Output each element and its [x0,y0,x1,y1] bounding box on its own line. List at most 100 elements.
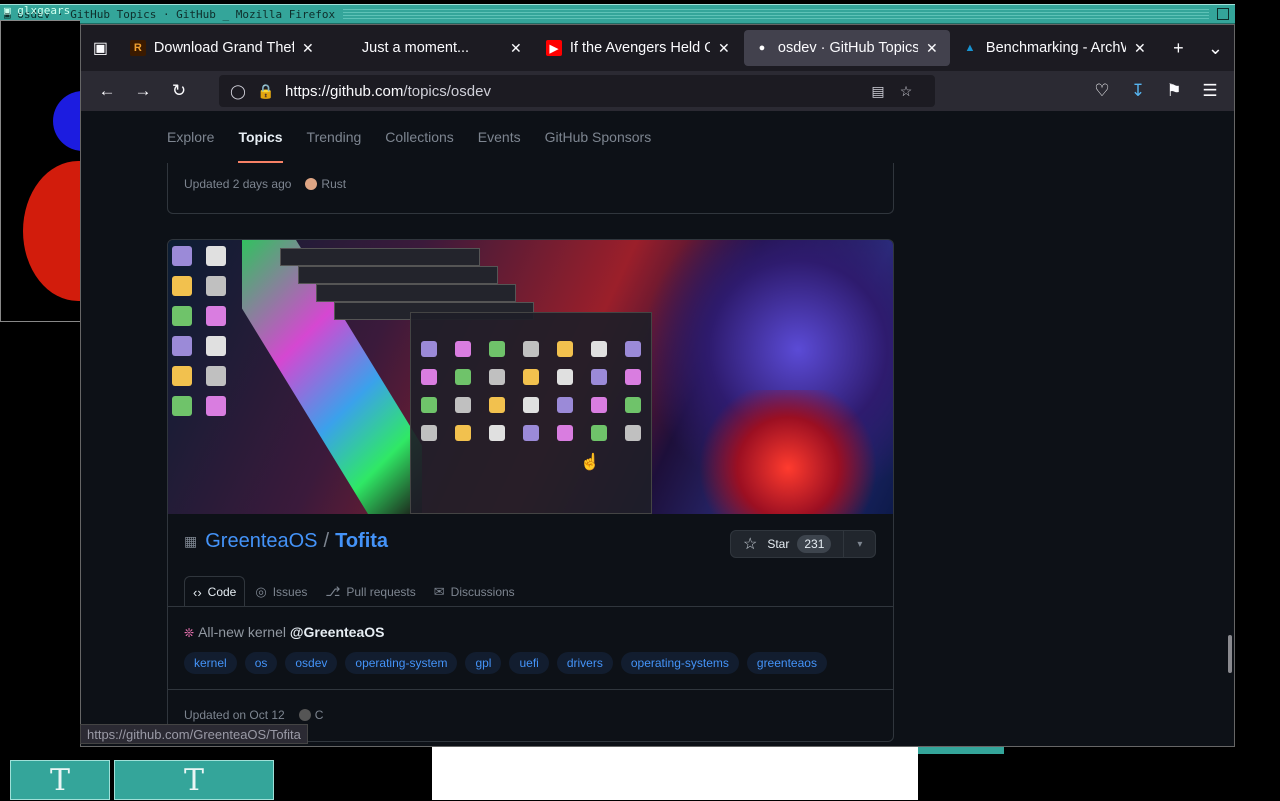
taskbar-tile-1[interactable]: T [10,760,110,800]
launcher-app-icon [557,425,573,441]
repo-icon: ▦ [184,533,198,549]
url-text[interactable]: https://github.com/topics/osdev [285,83,869,100]
subnav-explore[interactable]: Explore [167,111,214,163]
list-all-tabs-icon[interactable]: ⌄ [1197,25,1234,71]
subnav-events[interactable]: Events [478,111,521,163]
back-icon[interactable]: ← [89,75,125,107]
topic-tag[interactable]: osdev [285,652,338,674]
previous-repo-meta: Updated 2 days ago Rust [184,177,346,191]
launcher-app-icon [455,341,471,357]
launcher-app-icon [489,341,505,357]
firefox-window: ▣ R Download Grand Theft ✕ Just a moment...… [80,24,1235,747]
topic-tag[interactable]: operating-system [345,652,458,674]
launcher-app-icon [455,397,471,413]
reload-icon[interactable]: ↻ [161,75,197,107]
tab-close-icon[interactable]: ✕ [508,40,524,57]
downloads-icon[interactable]: ↧ [1120,75,1156,107]
topic-tag[interactable]: kernel [184,652,237,674]
repo-tab-code[interactable]: ‹› Code [184,576,246,607]
desktop-app-icon [206,336,226,356]
tab-label: If the Avengers Held O [569,40,710,56]
stacked-window [298,266,498,284]
topic-tag[interactable]: greenteaos [746,652,827,674]
description-mention-link[interactable]: @GreenteaOS [290,624,385,640]
page-scrollbar[interactable] [1228,635,1232,673]
desktop-app-icon [206,246,226,266]
launcher-header [411,313,651,333]
forward-icon[interactable]: → [125,75,161,107]
topic-tag[interactable]: drivers [556,652,613,674]
topic-tag[interactable]: uefi [509,652,549,674]
launcher-app-icon [421,341,437,357]
tab-close-icon[interactable]: ✕ [300,40,316,57]
tab-favicon-icon: ▶ [545,40,562,56]
taskbar-tile-2[interactable]: T [114,760,274,800]
repo-tab-label: Issues [272,584,308,599]
hand-cursor-icon: ☝ [580,454,600,471]
repo-social-preview-image[interactable]: ☝ [168,240,893,514]
browser-tab[interactable]: R Download Grand Theft ✕ [120,30,326,66]
url-bar[interactable]: ◯ 🔒 https://github.com/topics/osdev ▤ ☆ [219,75,935,107]
glxgears-window [0,20,80,322]
pull-request-icon: ⎇ [325,583,341,599]
repo-tab-issues[interactable]: ◎ Issues [247,576,315,607]
reader-view-icon[interactable]: ▤ [869,83,887,100]
star-label: Star [767,537,790,551]
shield-icon[interactable]: ◯ [229,83,247,100]
star-button-group: ☆ Star 231 ▾ [730,530,877,558]
launcher-app-icon [591,341,607,357]
wm-titlebar[interactable]: ▣ osdev · GitHub Topics · GitHub _ Mozil… [0,4,1235,24]
launcher-app-icon [557,341,573,357]
launcher-app-icon [557,397,573,413]
repo-owner-link[interactable]: GreenteaOS [205,530,317,553]
blue-gear [53,91,80,151]
launcher-app-icon [489,369,505,385]
lock-icon[interactable]: 🔒 [257,83,275,100]
tab-close-icon[interactable]: ✕ [1132,40,1148,57]
firefox-view-icon[interactable]: ▣ [81,25,120,71]
launcher-app-icon [421,369,437,385]
star-list-dropdown[interactable]: ▾ [844,530,877,558]
subnav-trending[interactable]: Trending [307,111,362,163]
browser-tab[interactable]: ▲ Benchmarking - ArchW ✕ [952,30,1158,66]
extensions-icon[interactable]: ⚑ [1156,75,1192,107]
url-path: /topics/osdev [403,82,491,100]
tab-close-icon[interactable]: ✕ [716,40,732,57]
topic-tag[interactable]: os [244,652,278,674]
desktop-app-icon [206,276,226,296]
language-label: C [314,708,324,722]
tab-favicon-icon: ● [758,42,766,54]
page-content: Explore Topics Trending Collections Events Gi… [81,111,1234,746]
repo-tab-pull-requests[interactable]: ⎇ Pull requests [317,576,423,607]
desktop-app-icon [206,306,226,326]
launcher-app-icon [625,425,641,441]
nav-bar: ← → ↻ ◯ 🔒 https://github.com/topics/osde… [81,71,1234,111]
browser-tab[interactable]: Just a moment... ✕ [328,30,534,66]
launcher-app-icon [455,369,471,385]
topic-tag[interactable]: operating-systems [620,652,739,674]
pocket-icon[interactable]: ♡ [1084,75,1120,107]
repo-tabs: ‹› Code ◎ Issues ⎇ Pull requests ✉ Discussions [184,576,525,607]
discussion-icon: ✉ [433,583,445,599]
subnav-topics[interactable]: Topics [238,111,283,163]
tab-close-icon[interactable]: ✕ [924,40,940,57]
browser-tab[interactable]: ● osdev · GitHub Topics ✕ [743,30,950,66]
launcher-app-icon [523,341,539,357]
tab-strip: R Download Grand Theft ✕ Just a moment... ✕ ▶… [120,30,1160,66]
menu-icon[interactable]: ☰ [1192,75,1228,107]
star-button[interactable]: ☆ Star 231 [730,530,845,558]
launcher-app-icon [625,369,641,385]
launcher-app-icon [625,397,641,413]
wm-title-fill [343,9,1209,19]
new-tab-icon[interactable]: + [1160,25,1197,71]
repo-tab-discussions[interactable]: ✉ Discussions [426,576,523,607]
tab-label: Download Grand Theft [153,40,294,56]
subnav-github-sponsors[interactable]: GitHub Sponsors [545,111,652,163]
repo-name-link[interactable]: Tofita [335,530,388,553]
topic-tag[interactable]: gpl [465,652,502,674]
browser-tab[interactable]: ▶ If the Avengers Held O ✕ [536,30,742,66]
wm-maximize-button[interactable] [1217,8,1229,20]
repo-description: ❊ All-new kernel @GreenteaOS [184,624,384,640]
bookmark-star-icon[interactable]: ☆ [897,83,915,100]
subnav-collections[interactable]: Collections [385,111,453,163]
